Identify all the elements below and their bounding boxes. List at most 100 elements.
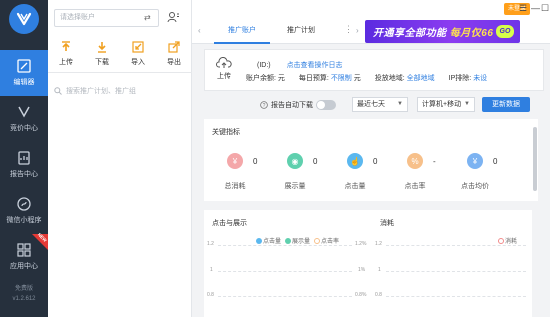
grid-line: [218, 245, 352, 246]
metric-label: 点击率: [404, 183, 426, 190]
plan-tree-panel: 请选择账户 ⇄ 上传 下载 导入 导出 搜索推广计划、推广组: [48, 0, 192, 317]
metric-value: 0: [373, 157, 378, 166]
auto-download-control: ? 报告自动下载: [260, 97, 336, 112]
legend-clicks[interactable]: 点击量: [256, 236, 281, 245]
region-value-link[interactable]: 全部地域: [407, 75, 435, 82]
vertical-scrollbar[interactable]: [533, 127, 537, 191]
tool-label: 导出: [167, 58, 181, 66]
tool-label: 上传: [59, 58, 73, 66]
operation-log-link[interactable]: 点击查看操作日志: [287, 62, 343, 69]
grid-line: [218, 271, 352, 272]
balance-unit: 元: [277, 75, 285, 82]
legend-ctr[interactable]: 点击率: [314, 236, 339, 245]
region-label: 投放地域:: [374, 75, 405, 82]
auto-download-toggle[interactable]: [316, 99, 336, 110]
download-button[interactable]: 下载: [84, 35, 120, 72]
account-id: (ID:): [257, 62, 271, 69]
grid-line: [386, 271, 526, 272]
wechat-miniprogram-icon: [17, 197, 31, 211]
account-info-card: 上传 (ID:) 点击查看操作日志 账户余额: 元 每日预算: 不限制 元 投放…: [204, 49, 544, 91]
account-stats-row: 账户余额: 元 每日预算: 不限制 元 投放地域: 全部地域 IP排除: 未设: [246, 73, 487, 83]
rail-item-label: 竞价中心: [10, 125, 38, 132]
click-icon: ☝: [347, 153, 363, 169]
grid-line: [386, 245, 526, 246]
tab-scroll-left-icon[interactable]: ‹: [198, 26, 201, 35]
banner-price: 66: [481, 28, 494, 39]
tree-search-input[interactable]: 搜索推广计划、推广组: [54, 84, 184, 98]
upload-account-button[interactable]: 上传: [211, 57, 237, 81]
legend-label: 展示量: [292, 239, 311, 245]
banner-go-button[interactable]: GO: [496, 25, 514, 38]
metric-label: 点击均价: [461, 183, 489, 190]
tab-account[interactable]: 推广账户: [228, 25, 256, 35]
key-metrics-card: 关键指标 ¥ 0 总消耗 ◉ 0 展示量 ☝ 0 点击量 % - 点击率 ¥ 0…: [204, 119, 538, 201]
legend-dot: [314, 237, 321, 244]
grid-line: [218, 296, 352, 297]
chevron-down-icon: ▼: [397, 101, 403, 107]
version-label: v1.2.612: [12, 296, 36, 302]
plan-label: 免费版: [14, 286, 33, 292]
editor-icon: [17, 59, 31, 73]
budget-value-link[interactable]: 不限制: [331, 75, 352, 82]
bid-center-icon: [18, 106, 30, 118]
report-center-icon: [18, 151, 30, 165]
rail-item-app-center[interactable]: NEW 应用中心: [0, 232, 48, 280]
y2-tick-label: 1.2%: [355, 241, 367, 247]
switch-account-icon[interactable]: ⇄: [144, 13, 151, 22]
legend-cost[interactable]: 消耗: [498, 236, 517, 245]
budget-unit: 元: [353, 75, 361, 82]
account-id-line: (ID:) 点击查看操作日志: [257, 60, 343, 70]
avg-price-icon: ¥: [467, 153, 483, 169]
ip-value-link[interactable]: 未设: [473, 75, 487, 82]
ip-exclusion: IP排除: 未设: [449, 73, 488, 83]
chart-title: 点击与展示: [212, 220, 247, 227]
device-select[interactable]: 计算机+移动 ▼: [417, 97, 475, 112]
download-arrow-icon: [98, 41, 106, 53]
auto-download-label: 报告自动下载: [271, 101, 313, 109]
metric-impressions: ◉ 0 展示量: [272, 153, 336, 193]
account-manage-icon[interactable]: [167, 11, 180, 23]
rail-item-bid-center[interactable]: 竞价中心: [0, 96, 48, 142]
more-icon[interactable]: ⋮: [344, 24, 353, 35]
chevron-down-icon: ▼: [464, 101, 470, 107]
upload-button[interactable]: 上传: [48, 35, 84, 72]
tool-label: 下载: [95, 58, 109, 66]
eye-icon: ◉: [287, 153, 303, 169]
legend-dot: [285, 237, 292, 244]
balance: 账户余额: 元: [246, 73, 285, 83]
upload-arrow-icon: [62, 40, 70, 51]
y2-tick-label: 1%: [358, 267, 366, 273]
y-tick-label: 0.8: [207, 292, 214, 298]
rail-item-report-center[interactable]: 报告中心: [0, 142, 48, 188]
search-icon: [54, 87, 62, 95]
minimize-icon[interactable]: —: [531, 3, 540, 13]
maximize-icon[interactable]: ☐: [541, 3, 549, 14]
metric-label: 总消耗: [224, 183, 246, 190]
active-tab-indicator: [214, 42, 270, 44]
settings-icon[interactable]: ☰: [519, 3, 527, 14]
metrics-title: 关键指标: [212, 129, 240, 136]
promo-banner[interactable]: 开通享全部功能 每月仅66 GO: [365, 20, 520, 43]
export-button[interactable]: 导出: [156, 35, 192, 72]
date-range-select[interactable]: 最近七天 ▼: [352, 97, 408, 112]
title-bar: [192, 0, 550, 18]
budget: 每日预算: 不限制 元: [299, 73, 361, 83]
rail-item-label: 应用中心: [10, 263, 38, 270]
export-icon: [168, 40, 180, 53]
y2-tick-label: 0.8%: [355, 292, 367, 298]
rail-footer: 免费版 v1.2.612: [0, 284, 48, 304]
ip-label: IP排除:: [448, 75, 472, 82]
rail-item-label: 报告中心: [10, 171, 38, 178]
balance-label: 账户余额:: [246, 75, 276, 82]
refresh-data-button[interactable]: 更新数据: [482, 97, 530, 112]
tab-plan[interactable]: 推广计划: [287, 25, 315, 35]
rail-item-editor[interactable]: 编辑器: [0, 50, 48, 96]
upload-label: 上传: [217, 73, 231, 80]
legend-label: 点击率: [321, 239, 340, 245]
left-rail: 编辑器 竞价中心 报告中心 微信小程序 NEW 应用中心 免费版 v1.2.61…: [0, 0, 48, 317]
legend-impressions[interactable]: 展示量: [285, 236, 310, 245]
tab-scroll-right-icon[interactable]: ›: [356, 26, 359, 35]
metric-ctr: % - 点击率: [392, 153, 456, 193]
rail-item-wechat-miniprogram[interactable]: 微信小程序: [0, 188, 48, 234]
import-button[interactable]: 导入: [120, 35, 156, 72]
